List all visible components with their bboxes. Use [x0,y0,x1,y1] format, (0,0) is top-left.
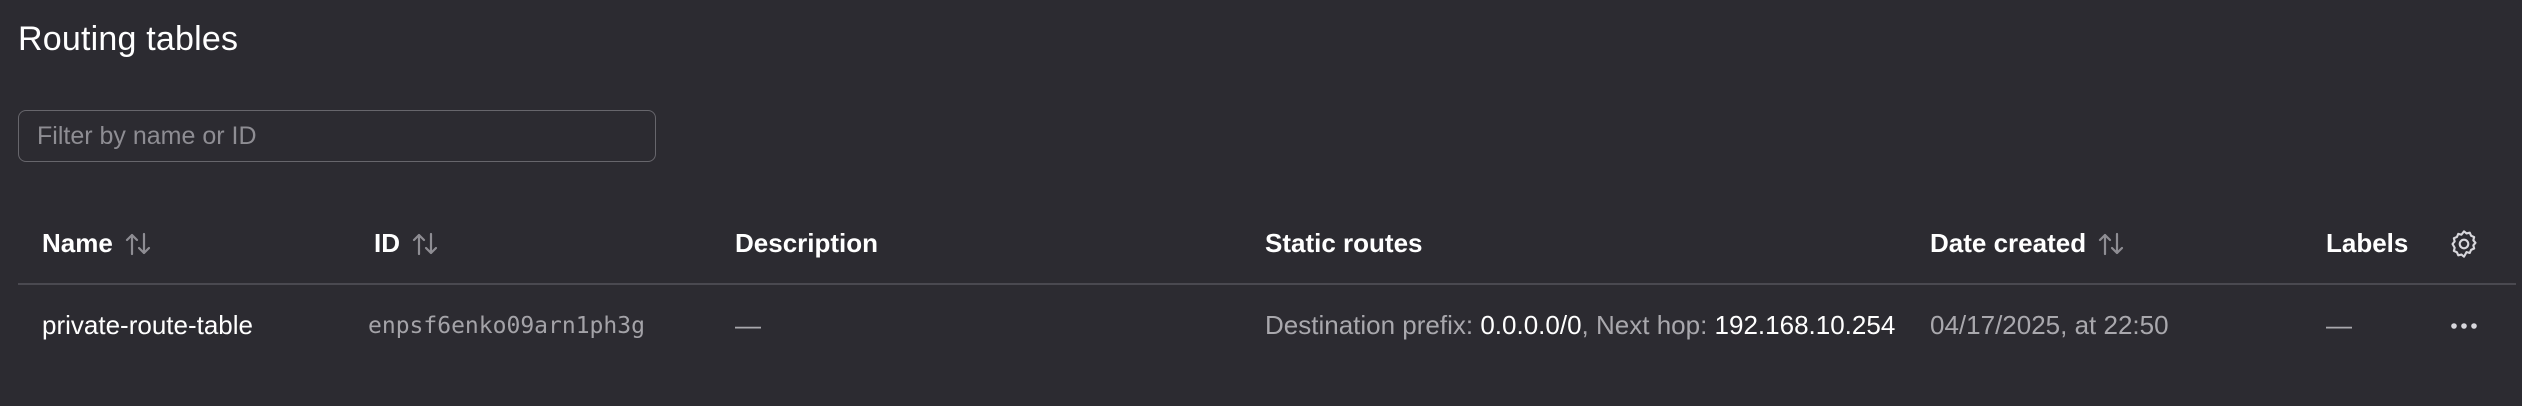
sort-arrows-icon[interactable] [410,230,440,258]
column-header-description: Description [735,228,878,259]
static-route-separator: , [1581,310,1589,340]
column-header-name-label: Name [42,228,113,258]
column-header-static-routes: Static routes [1265,228,1423,259]
gear-icon[interactable] [2448,228,2480,260]
static-route-prefix-value: 0.0.0.0/0 [1480,310,1582,340]
filter-input[interactable] [18,110,656,162]
header-divider [18,283,2516,285]
column-header-description-label: Description [735,228,879,258]
static-route-prefix-label: Destination prefix: [1265,310,1474,340]
row-description: — [735,310,761,340]
column-header-date-created[interactable]: Date created [1930,228,2126,259]
column-header-static-routes-label: Static routes [1265,228,1423,258]
row-name[interactable]: private-route-table [42,310,253,341]
more-horizontal-icon[interactable] [2448,314,2480,338]
row-date-created: 04/17/2025, at 22:50 [1930,310,2169,340]
column-header-name[interactable]: Name [42,228,153,259]
page-title: Routing tables [18,20,239,58]
row-labels: — [2326,310,2352,340]
sort-arrows-icon[interactable] [2096,230,2126,258]
sort-arrows-icon[interactable] [123,230,153,258]
column-header-labels-label: Labels [2326,228,2409,258]
row-static-routes: Destination prefix: 0.0.0.0/0, Next hop:… [1265,310,1895,341]
row-id: enpsf6enko09arn1ph3g [368,313,645,339]
column-header-date-created-label: Date created [1930,228,2087,258]
column-header-id-label: ID [374,228,400,258]
static-route-hop-label: Next hop: [1596,310,1708,340]
column-header-id[interactable]: ID [374,228,440,259]
static-route-hop-value: 192.168.10.254 [1714,310,1896,340]
column-header-labels: Labels [2326,228,2408,259]
